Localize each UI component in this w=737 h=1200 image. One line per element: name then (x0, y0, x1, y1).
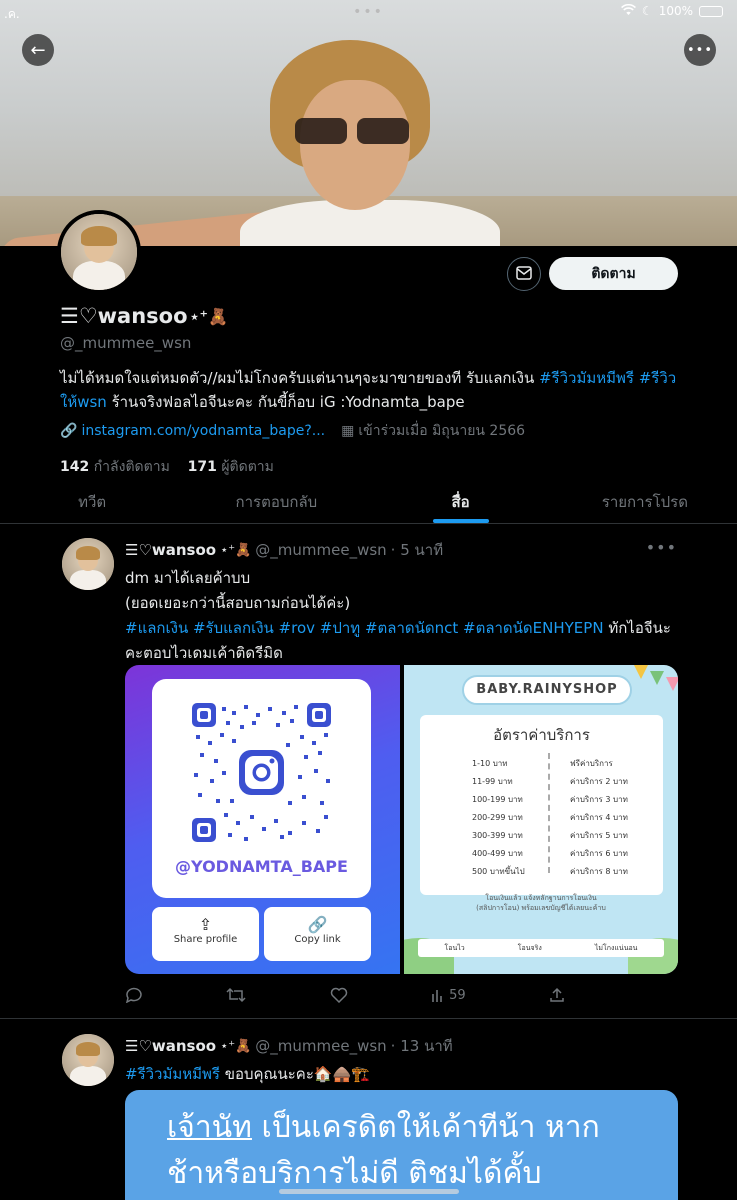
tweet-actions: 59 (125, 985, 565, 1005)
tweet-text: #รีวิวมัมหมีพรี ขอบคุณนะคะ🏠🛖🏗️ (125, 1065, 370, 1083)
profile-handle: @_mummee_wsn (60, 334, 192, 352)
tweet-author-name[interactable]: ☰♡wansoo (125, 1037, 216, 1055)
banner-photo (0, 40, 500, 246)
rate-title: อัตราค่าบริการ (493, 726, 590, 744)
multitask-dots-icon[interactable]: ••• (353, 4, 384, 20)
share-button[interactable] (549, 987, 565, 1003)
bio-hashtag[interactable]: #รีวิว (639, 369, 676, 387)
battery-percent: 100% (658, 4, 693, 18)
tweet-more-icon[interactable]: ••• (646, 538, 677, 557)
rate-note: โอนเงินแล้ว แจ้งหลักฐานการโอนเงิน (สลิปก… (476, 894, 606, 912)
profile-info: ☰♡wansoo ⋆⁺🧸 @_mummee_wsn ไม่ได้หมดใจแต่… (60, 304, 680, 478)
tab-likes[interactable]: รายการโปรด (553, 478, 737, 523)
more-options-button[interactable]: ••• (684, 34, 716, 66)
views-icon (432, 990, 442, 1002)
more-icon: ••• (686, 42, 713, 58)
retweet-button[interactable] (226, 987, 246, 1003)
back-button[interactable]: ← (22, 34, 54, 66)
share-icon: ⇪ (198, 915, 213, 934)
status-bar: .ค. ••• ☾ 100% (0, 0, 737, 24)
share-icon (550, 987, 564, 1002)
like-button[interactable] (330, 987, 348, 1003)
arrow-left-icon: ← (30, 39, 46, 61)
retweet-icon (226, 987, 246, 1003)
rate-footer: โอนไว โอนจริง ไม่โกงแน่นอน (418, 939, 664, 957)
status-carrier: .ค. (4, 7, 20, 21)
following-link[interactable]: 142 กำลังติดตาม (60, 459, 170, 475)
reply-icon (125, 987, 142, 1003)
heart-icon (330, 987, 347, 1003)
join-date: เข้าร่วมเมื่อ มิถุนายน 2566 (358, 423, 526, 439)
bio-mention[interactable]: ให้wsn (60, 393, 107, 411)
qr-code-icon (192, 703, 331, 842)
tweet-header: ☰♡wansoo ⋆⁺🧸 @_mummee_wsn · 5 นาที (125, 538, 681, 562)
calendar-icon: ▦ (341, 423, 355, 439)
copy-link-button: 🔗 Copy link (264, 907, 371, 961)
tweet-author-handle[interactable]: @_mummee_wsn (255, 1037, 386, 1055)
tab-media[interactable]: สื่อ (369, 478, 553, 523)
profile-meta: 🔗 instagram.com/yodnamta_bape?... ▦ เข้า… (60, 420, 680, 442)
profile-tabs: ทวีต การตอบกลับ สื่อ รายการโปรด (0, 478, 737, 524)
wifi-icon (620, 3, 636, 18)
views-button[interactable]: 59 (431, 988, 466, 1003)
share-profile-button: ⇪ Share profile (152, 907, 259, 961)
message-button[interactable] (507, 257, 541, 291)
tweet-header: ☰♡wansoo ⋆⁺🧸 @_mummee_wsn · 13 นาที (125, 1034, 681, 1058)
battery-icon (699, 5, 723, 17)
tweet-time[interactable]: · 5 นาที (391, 538, 443, 562)
profile-bio: ไม่ได้หมดใจแต่หมดตัว//ผมไม่โกงครับแต่นาน… (60, 369, 677, 411)
profile-banner[interactable] (0, 0, 737, 246)
tweet-time[interactable]: · 13 นาที (391, 1034, 453, 1058)
tweet-author-name[interactable]: ☰♡wansoo (125, 541, 216, 559)
media-rate-card-image[interactable]: BABY.RAINYSHOP อัตราค่าบริการ 1-10 บาท ฟร… (404, 665, 678, 974)
reply-button[interactable] (125, 987, 143, 1003)
follow-button[interactable]: ติดตาม (549, 257, 678, 290)
profile-avatar[interactable] (57, 210, 141, 294)
tweet-author-handle[interactable]: @_mummee_wsn (255, 541, 386, 559)
bio-hashtag[interactable]: #รีวิวมัมหมีพรี (539, 369, 634, 387)
tweet-hashtags[interactable]: #แลกเงิน #รับแลกเงิน #rov #ปาทู #ตลาดนัด… (125, 619, 604, 637)
follow-stats: 142 กำลังติดตาม 171 ผู้ติดตาม (60, 456, 680, 478)
tweet-text: dm มาได้เลยค้าบบ (ยอดเยอะกว่านี้สอบถามก่… (125, 569, 671, 662)
tweet-divider (0, 1018, 737, 1019)
mail-icon (516, 265, 532, 284)
tweet-hashtag[interactable]: #รีวิวมัมหมีพรี (125, 1065, 220, 1083)
moon-icon: ☾ (641, 4, 653, 18)
followers-link[interactable]: 171 ผู้ติดตาม (188, 459, 274, 475)
views-count: 59 (449, 987, 466, 1003)
tweet-media[interactable]: @YODNAMTA_BAPE ⇪ Share profile 🔗 Copy li… (125, 665, 678, 974)
link-icon: 🔗 (60, 423, 78, 439)
home-indicator[interactable] (278, 1189, 459, 1194)
link-icon: 🔗 (307, 915, 328, 934)
tab-replies[interactable]: การตอบกลับ (184, 478, 368, 523)
media-qr-image[interactable]: @YODNAMTA_BAPE ⇪ Share profile 🔗 Copy li… (125, 665, 400, 974)
qr-username: @YODNAMTA_BAPE (175, 857, 348, 876)
tab-tweets[interactable]: ทวีต (0, 478, 184, 523)
tweet-media-image[interactable]: เจ้านัท เป็นเครดิตให้เค้าทีน้า หาก ช้าหร… (125, 1090, 678, 1200)
tweet-avatar[interactable] (62, 1034, 114, 1086)
profile-website-link[interactable]: instagram.com/yodnamta_bape?... (81, 423, 325, 439)
display-name: ☰♡wansoo ⋆⁺🧸 (60, 304, 228, 328)
rate-table: อัตราค่าบริการ 1-10 บาท ฟรีค่าบริการ 11-9… (420, 715, 663, 895)
shop-name: BABY.RAINYSHOP (462, 675, 632, 705)
tweet-avatar[interactable] (62, 538, 114, 590)
